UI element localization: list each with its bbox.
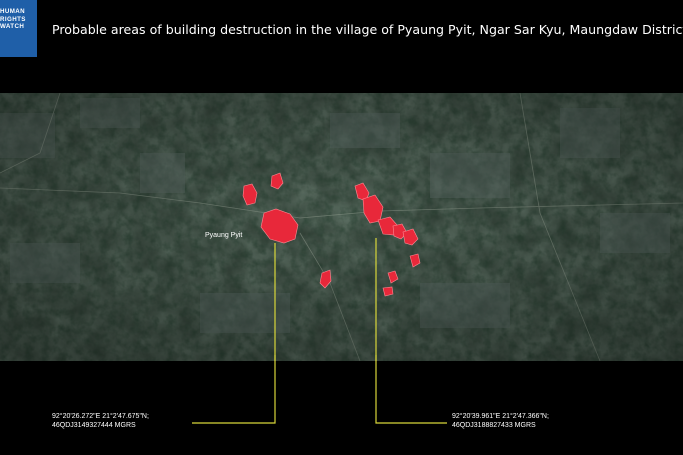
logo-line-2: RIGHTS [0,15,26,23]
hrw-logo: HUMAN RIGHTS WATCH [0,0,37,57]
logo-line-3: WATCH [0,23,25,31]
leader-line-west-tail [192,355,276,424]
place-label-pyaung-pyit: Pyaung Pyit [205,232,243,239]
coordinate-west-line-1: 92°20'26.272"E 21°2'47.675"N; [52,413,149,420]
page-title: Probable areas of building destruction i… [52,22,683,37]
coordinate-label-west: 92°20'26.272"E 21°2'47.675"N; 46QDJ31493… [52,412,149,430]
logo-line-1: HUMAN [0,8,26,15]
coordinate-label-east: 92°20'39.961"E 21°2'47.366"N; 46QDJ31888… [452,412,549,430]
coordinate-east-line-2: 46QDJ3188827433 MGRS [452,422,536,429]
coordinate-west-line-2: 46QDJ3149327444 MGRS [52,422,136,429]
leader-line-east-tail [375,355,447,424]
coordinate-east-line-1: 92°20'39.961"E 21°2'47.366"N; [452,413,549,420]
destruction-area [382,286,394,297]
satellite-image: Pyaung Pyit [0,93,683,361]
satellite-map [0,93,683,361]
